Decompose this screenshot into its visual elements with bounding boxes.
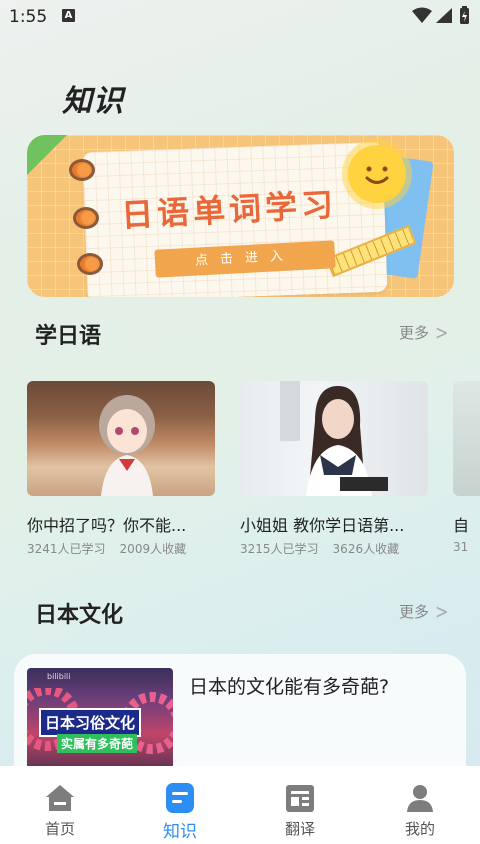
video-thumbnail bbox=[27, 381, 215, 496]
video-card[interactable]: 自 31 bbox=[453, 381, 480, 554]
system-status-icons bbox=[412, 6, 469, 24]
learner-count: 3241人已学习 bbox=[27, 542, 106, 556]
status-bar: 1:55 A bbox=[0, 0, 480, 32]
article-title: 日本的文化能有多奇葩? bbox=[189, 676, 390, 698]
section-title-japanese-culture: 日本文化 bbox=[35, 603, 124, 628]
thumbnail-logo: bilibili bbox=[47, 672, 71, 681]
wifi-icon bbox=[412, 7, 432, 23]
notebook-ring-icon bbox=[69, 159, 95, 181]
video-title: 小姐姐 教你学日语第... bbox=[240, 516, 405, 535]
video-card[interactable]: 小姐姐 教你学日语第... 3215人已学习 3626人收藏 bbox=[240, 381, 428, 557]
thumbnail-tag: 日本习俗文化 bbox=[39, 708, 142, 737]
anime-character-image bbox=[99, 395, 155, 496]
page-title: 知识 bbox=[62, 84, 124, 119]
more-link-learn-japanese[interactable]: 更多 > bbox=[399, 320, 449, 345]
bottom-tab-bar: 首页 知识 翻译 我的 bbox=[0, 766, 480, 844]
notebook-ring-icon bbox=[73, 207, 99, 229]
tab-label: 翻译 bbox=[284, 820, 315, 838]
tab-label: 知识 bbox=[163, 822, 197, 842]
notebook-ring-icon bbox=[77, 253, 103, 275]
profile-icon bbox=[407, 785, 433, 812]
video-thumbnail bbox=[240, 381, 428, 496]
learner-count: 31 bbox=[453, 540, 469, 554]
video-card[interactable]: 你中招了吗？你不能... 3241人已学习 2009人收藏 bbox=[27, 381, 215, 557]
knowledge-icon bbox=[166, 783, 194, 813]
tab-profile[interactable]: 我的 bbox=[360, 766, 480, 844]
tab-label: 我的 bbox=[404, 820, 435, 838]
chevron-right-icon: > bbox=[435, 599, 449, 624]
video-title: 自 bbox=[453, 516, 470, 535]
word-study-banner[interactable]: 日语单词学习 点击进入 bbox=[27, 135, 454, 297]
more-link-japanese-culture[interactable]: 更多 > bbox=[399, 599, 449, 624]
home-icon bbox=[46, 785, 74, 811]
video-stats: 31 bbox=[453, 540, 480, 554]
video-stats: 3215人已学习 3626人收藏 bbox=[240, 540, 428, 557]
video-thumbnail bbox=[453, 381, 480, 496]
sun-icon bbox=[348, 145, 406, 203]
tab-knowledge[interactable]: 知识 bbox=[120, 766, 240, 844]
translate-icon bbox=[286, 785, 314, 812]
more-label: 更多 bbox=[399, 603, 430, 621]
learner-count: 3215人已学习 bbox=[240, 542, 319, 556]
section-title-learn-japanese: 学日语 bbox=[35, 324, 102, 349]
video-title: 你中招了吗？你不能... bbox=[27, 516, 187, 535]
tab-translate[interactable]: 翻译 bbox=[240, 766, 360, 844]
tab-home[interactable]: 首页 bbox=[0, 766, 120, 844]
more-label: 更多 bbox=[399, 324, 430, 342]
notification-icon: A bbox=[62, 9, 75, 22]
chevron-right-icon: > bbox=[435, 320, 449, 345]
banner-corner-decoration bbox=[27, 135, 67, 175]
favorite-count: 3626人收藏 bbox=[332, 542, 400, 556]
signal-icon bbox=[436, 8, 452, 23]
favorite-count: 2009人收藏 bbox=[119, 542, 187, 556]
tab-label: 首页 bbox=[44, 820, 75, 838]
video-stats: 3241人已学习 2009人收藏 bbox=[27, 540, 215, 557]
thumbnail-subtag: 实属有多奇葩 bbox=[57, 734, 138, 753]
presenter-image bbox=[280, 381, 388, 496]
status-time: 1:55 bbox=[9, 7, 48, 27]
